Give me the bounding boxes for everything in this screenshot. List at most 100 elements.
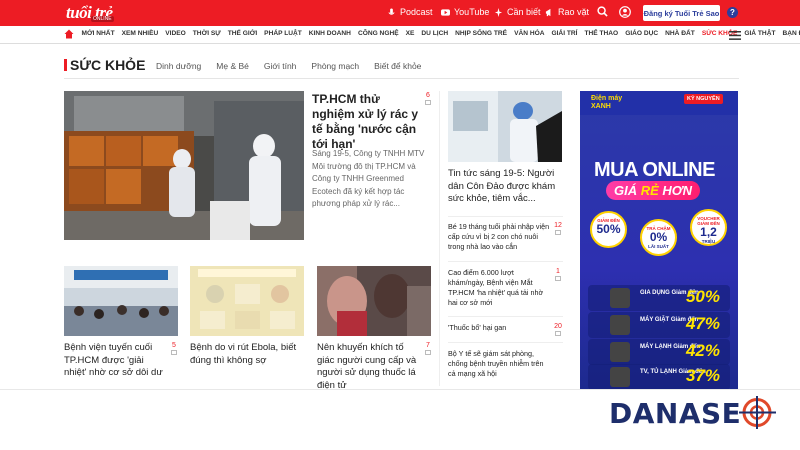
washing-machine-icon <box>610 315 630 335</box>
right-list-item[interactable]: 'Thuốc bổ' hại gan <box>448 323 552 333</box>
nav-item[interactable]: XEM NHIỀU <box>118 30 162 37</box>
feature-article-image[interactable] <box>64 91 304 240</box>
user-account-icon[interactable] <box>619 6 631 18</box>
right-list-comment-count[interactable]: 20 <box>553 323 563 336</box>
top-header-bar: tuổi trẻ ONLINE Podcast YouTube Cần biết… <box>0 0 800 26</box>
search-icon[interactable] <box>597 6 608 17</box>
nav-item[interactable]: GIÁO DỤC <box>622 30 662 37</box>
feature-article-summary: Sáng 19-5, Công ty TNHH MTV Môi trường đ… <box>312 149 425 208</box>
card-article-image[interactable] <box>64 266 178 336</box>
section-title[interactable]: SỨC KHỎE <box>70 57 145 73</box>
card-photo-hospital <box>64 266 178 336</box>
right-list-separator <box>448 216 563 217</box>
advertisement-banner[interactable]: Điện máy XANH KỶ NGUYÊN MUA ONLINE GIÁ RẺ… <box>580 91 738 389</box>
right-top-photo <box>448 91 562 162</box>
youtube-label: YouTube <box>454 7 490 17</box>
section-subtab[interactable]: Mẹ & Bé <box>216 61 249 71</box>
nav-item[interactable]: VĂN HÓA <box>511 30 548 37</box>
ad-brand-line2: XANH <box>591 103 611 110</box>
right-list-item[interactable]: Cao điểm 6.000 lượt khám/ngày, Bệnh viện… <box>448 268 552 308</box>
tv-fridge-icon <box>610 367 630 387</box>
main-navigation: MỚI NHẤT XEM NHIỀU VIDEO THỜI SỰ THẾ GIỚI PHÁ… <box>0 26 800 44</box>
card-article-image[interactable] <box>190 266 304 336</box>
right-list-separator <box>448 316 563 317</box>
nav-item[interactable]: KINH DOANH <box>305 30 354 37</box>
nav-item[interactable]: THỜI SỰ <box>189 30 224 37</box>
feature-article-title[interactable]: TP.HCM thử nghiệm xử lý rác y tế bằng 'n… <box>312 92 420 152</box>
rao-vat-link[interactable]: Rao vặt <box>545 7 589 17</box>
hamburger-menu-icon[interactable] <box>729 31 741 40</box>
podcast-label: Podcast <box>400 7 433 17</box>
nav-item[interactable]: NHỊP SỐNG TRẺ <box>452 30 511 37</box>
ad-discount-row: TV, TỦ LẠNH Giảm đến 37% <box>588 364 730 389</box>
nav-item[interactable]: DU LỊCH <box>418 30 452 37</box>
ad-offer-big: 0% <box>649 230 668 244</box>
nav-item[interactable]: VIDEO <box>162 30 190 37</box>
card-article-title[interactable]: Bệnh viện tuyến cuối TP.HCM được 'giải n… <box>64 342 168 380</box>
ad-row-percent: 47% <box>685 314 720 333</box>
nav-item[interactable]: PHÁP LUẬT <box>261 30 306 37</box>
column-divider <box>439 91 440 386</box>
card-photo-vaping <box>317 266 431 336</box>
comment-count-text: 5 <box>172 342 176 349</box>
ad-brand-line1: Điện máy <box>591 95 623 102</box>
comment-icon <box>425 100 431 105</box>
nav-item[interactable]: BẠN ĐỌC <box>779 30 800 37</box>
nav-item[interactable]: GIẢI TRÍ <box>548 30 581 37</box>
section-subtab[interactable]: Dinh dưỡng <box>156 61 201 71</box>
nav-item[interactable]: NHÀ ĐẤT <box>662 30 699 37</box>
home-icon[interactable] <box>64 29 74 39</box>
section-subtab[interactable]: Biết để khỏe <box>374 61 421 71</box>
comment-count-text: 6 <box>426 92 430 99</box>
right-list-item[interactable]: Bé 19 tháng tuổi phải nhập viện cấp cứu … <box>448 222 552 252</box>
right-list-item[interactable]: Bộ Y tế sẽ giám sát phòng, chống bệnh tr… <box>448 349 552 379</box>
microphone-icon <box>388 7 395 15</box>
ad-offer-tail: TRIỆU <box>701 239 716 244</box>
can-biet-label: Cần biết <box>507 7 541 17</box>
right-top-article-title[interactable]: Tin tức sáng 19-5: Người dân Côn Đảo đượ… <box>448 168 564 206</box>
footer-divider <box>0 389 800 390</box>
nav-item[interactable]: GIẢ THẬT <box>741 30 779 37</box>
ad-headline: MUA ONLINE <box>594 159 715 181</box>
comment-icon <box>171 350 177 355</box>
card-article-title[interactable]: Bệnh do vi rút Ebola, biết đúng thì khôn… <box>190 342 304 367</box>
right-list-comment-count[interactable]: 1 <box>553 268 563 281</box>
card-article-image[interactable] <box>317 266 431 336</box>
ad-row-percent: 42% <box>685 341 720 360</box>
right-list-separator <box>448 342 563 343</box>
podcast-link[interactable]: Podcast <box>387 7 433 17</box>
youtube-link[interactable]: YouTube <box>441 7 489 17</box>
pin-icon <box>494 7 503 17</box>
appliance-icon <box>610 288 630 308</box>
ad-offer-big: 50% <box>596 222 621 236</box>
right-list-comment-count[interactable]: 12 <box>553 222 563 235</box>
register-button[interactable]: Đăng ký Tuổi Trẻ Sao <box>643 5 720 21</box>
nav-items: MỚI NHẤT XEM NHIỀU VIDEO THỜI SỰ THẾ GIỚI PHÁ… <box>78 30 800 37</box>
section-accent-bar <box>64 59 67 71</box>
rao-vat-label: Rao vặt <box>558 7 590 17</box>
nav-item[interactable]: MỚI NHẤT <box>78 30 118 37</box>
right-top-article-image[interactable] <box>448 91 562 162</box>
feature-comment-count[interactable]: 6 <box>424 92 432 105</box>
ad-brand-logo: Điện máy XANH <box>591 95 622 111</box>
help-icon[interactable]: ? <box>727 7 738 18</box>
nav-item[interactable]: THỂ THAO <box>581 30 622 37</box>
card-article-title[interactable]: Nên khuyến khích tố giác người cung cấp … <box>317 342 421 392</box>
nav-item[interactable]: CÔNG NGHỆ <box>354 30 402 37</box>
can-biet-link[interactable]: Cần biết <box>494 7 541 17</box>
target-crosshair-icon <box>739 396 776 429</box>
youtube-icon <box>441 8 450 16</box>
ad-offer-circle: TRẢ CHẬM 0% LÃI SUẤT <box>640 219 677 256</box>
section-subtab[interactable]: Giới tính <box>264 61 297 71</box>
nav-item[interactable]: XE <box>402 30 418 37</box>
card-comment-count[interactable]: 7 <box>424 342 432 355</box>
section-subtab[interactable]: Phòng mạch <box>311 61 359 71</box>
ad-discount-row: MÁY LẠNH Giảm đến 42% <box>588 339 730 365</box>
ad-sub-b: RẺ <box>640 183 659 198</box>
nav-item[interactable]: THẾ GIỚI <box>224 30 260 37</box>
ad-discount-row: MÁY GIẶT Giảm đến 47% <box>588 312 730 338</box>
card-comment-count[interactable]: 5 <box>170 342 178 355</box>
right-list-separator <box>448 261 563 262</box>
ad-sub-c: HƠN <box>658 183 693 198</box>
comment-count-text: 20 <box>554 323 562 330</box>
